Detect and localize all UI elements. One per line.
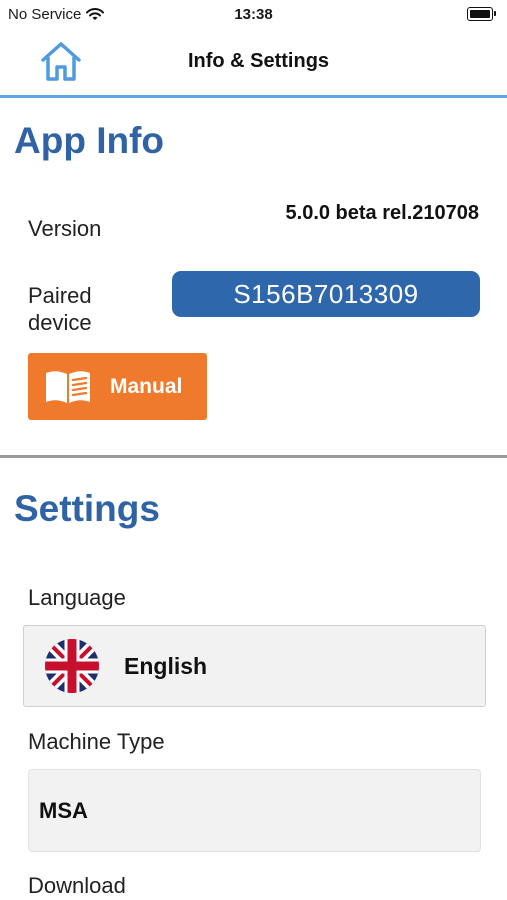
machine-type-select[interactable]: MSA <box>28 769 481 852</box>
paired-device-badge[interactable]: S156B7013309 <box>172 271 480 317</box>
app-info-heading: App Info <box>14 120 165 161</box>
battery-icon <box>467 7 496 21</box>
section-divider <box>0 455 507 458</box>
paired-label-line1: Paired <box>28 283 92 308</box>
language-value: English <box>124 652 208 679</box>
language-label: Language <box>28 585 126 610</box>
book-icon <box>42 367 94 407</box>
manual-button[interactable]: Manual <box>28 353 207 420</box>
manual-label: Manual <box>110 374 183 398</box>
uk-flag-icon <box>44 638 100 694</box>
settings-heading: Settings <box>14 488 160 529</box>
download-label: Download <box>28 873 126 898</box>
machine-type-label: Machine Type <box>28 729 165 754</box>
paired-label-line2: device <box>28 310 92 335</box>
status-time: 13:38 <box>234 6 273 23</box>
machine-type-value: MSA <box>39 797 88 823</box>
paired-device-label: Paired device <box>28 282 92 336</box>
language-select[interactable]: English <box>23 625 486 707</box>
version-label: Version <box>28 216 102 241</box>
version-value: 5.0.0 beta rel.210708 <box>285 202 479 224</box>
nav-divider <box>0 95 507 98</box>
page-title: Info & Settings <box>187 50 330 72</box>
